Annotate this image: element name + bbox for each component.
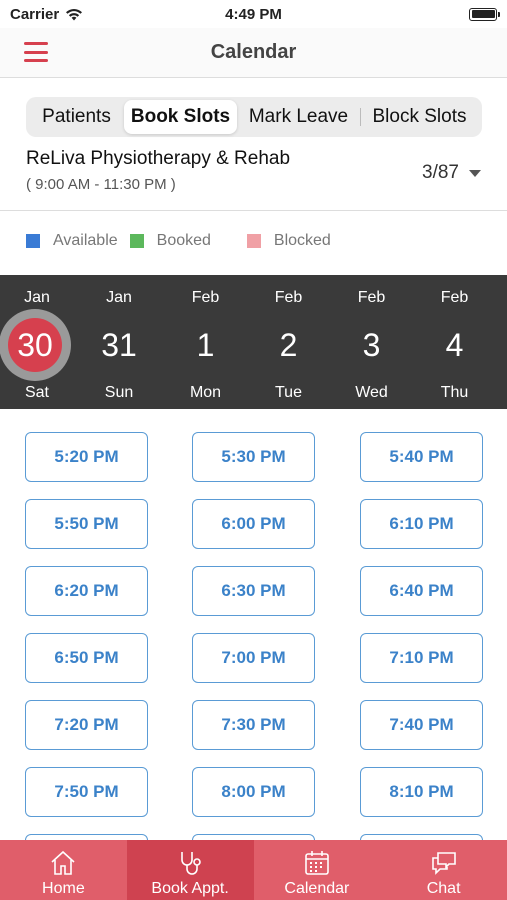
segment-block-slots[interactable]: Block Slots	[360, 100, 479, 134]
tab-book-appt[interactable]: Book Appt.	[126, 840, 254, 900]
tab-label: Calendar	[284, 880, 350, 897]
page-title: Calendar	[210, 41, 297, 63]
date-cell[interactable]: Feb 3 Wed	[330, 275, 413, 409]
wifi-icon	[66, 8, 83, 20]
time-slot[interactable]: 7:30 PM	[192, 700, 315, 750]
date-cell[interactable]: Feb 2 Tue	[247, 275, 330, 409]
clinic-name: ReLiva Physiotherapy & Rehab	[26, 148, 291, 169]
date-weekday: Mon	[189, 384, 222, 401]
date-number: 4	[445, 327, 464, 363]
dropdown-arrow-icon	[469, 169, 481, 177]
status-bar: Carrier 4:49 PM	[0, 0, 507, 28]
segment-mark-leave[interactable]: Mark Leave	[237, 100, 360, 134]
tab-chat[interactable]: Chat	[380, 840, 507, 900]
date-month: Jan	[106, 289, 132, 306]
time-slot[interactable]: 5:20 PM	[25, 432, 148, 482]
time-slot[interactable]: 7:10 PM	[360, 633, 483, 683]
time-slot[interactable]: 6:00 PM	[192, 499, 315, 549]
clinic-selector[interactable]: 3/87	[422, 162, 481, 184]
time-slot[interactable]: 6:20 PM	[25, 566, 148, 616]
date-month: Jan	[24, 289, 50, 306]
date-weekday: Thu	[440, 384, 469, 401]
time-slot[interactable]: 6:30 PM	[192, 566, 315, 616]
legend: Available Booked Blocked	[26, 232, 331, 250]
home-icon	[51, 850, 75, 875]
tab-bar: Home Book Appt. Calendar Chat	[0, 840, 507, 900]
date-number: 1	[196, 327, 215, 363]
time-slot[interactable]: 5:30 PM	[192, 432, 315, 482]
date-number: 3	[362, 327, 381, 363]
date-month: Feb	[191, 289, 220, 306]
selected-date-number: 30	[8, 318, 62, 372]
date-number: 31	[101, 327, 137, 363]
legend-label: Blocked	[273, 232, 331, 249]
segment-book-slots[interactable]: Book Slots	[124, 100, 237, 134]
tab-home[interactable]: Home	[0, 840, 127, 900]
clinic-count: 3/87	[422, 162, 459, 183]
time-slot[interactable]: 8:00 PM	[192, 767, 315, 817]
battery-icon	[469, 7, 500, 21]
selected-date-ring: 30	[0, 309, 71, 381]
date-month: Feb	[357, 289, 386, 306]
tab-calendar[interactable]: Calendar	[254, 840, 381, 900]
date-strip: Jan 30 Sat Jan 31 Sun Feb 1 Mon Feb 2 Tu…	[0, 275, 507, 409]
legend-swatch-blocked	[246, 234, 261, 248]
time-slot[interactable]: 6:50 PM	[25, 633, 148, 683]
clinic-hours: ( 9:00 AM - 11:30 PM )	[26, 176, 176, 193]
segment-patients[interactable]: Patients	[29, 100, 124, 134]
date-cell[interactable]: Jan 31 Sun	[74, 275, 164, 409]
nav-bar: Calendar	[0, 28, 507, 78]
time-slot[interactable]: 7:40 PM	[360, 700, 483, 750]
time-slot[interactable]: 7:50 PM	[25, 767, 148, 817]
segmented-control: Patients Book Slots Mark Leave Block Slo…	[26, 97, 482, 137]
status-left: Carrier	[10, 6, 83, 23]
date-cell[interactable]: Feb 4 Thu	[413, 275, 496, 409]
time-slot[interactable]: 8:10 PM	[360, 767, 483, 817]
calendar-icon	[305, 851, 329, 875]
time-slot[interactable]: 5:50 PM	[25, 499, 148, 549]
time-slot[interactable]: 7:00 PM	[192, 633, 315, 683]
time-slot[interactable]: 5:40 PM	[360, 432, 483, 482]
legend-label: Booked	[156, 232, 211, 249]
divider	[0, 210, 507, 211]
legend-blocked: Blocked	[246, 232, 331, 250]
date-cell-selected[interactable]: Jan 30 Sat	[0, 275, 74, 409]
tab-label: Book Appt.	[151, 880, 229, 897]
legend-booked: Booked	[129, 232, 211, 250]
clinic-info: ReLiva Physiotherapy & Rehab ( 9:00 AM -…	[26, 148, 481, 204]
legend-swatch-booked	[129, 234, 144, 248]
time-slots-grid: 5:20 PM 5:30 PM 5:40 PM 5:50 PM 6:00 PM …	[0, 432, 507, 840]
legend-available: Available	[26, 232, 118, 250]
hamburger-icon[interactable]	[24, 42, 48, 62]
legend-label: Available	[53, 232, 118, 249]
tab-label: Chat	[426, 880, 461, 897]
time-slot[interactable]: 6:40 PM	[360, 566, 483, 616]
date-weekday: Tue	[275, 384, 302, 401]
legend-swatch-available	[26, 234, 40, 248]
time-slot[interactable]: 6:10 PM	[360, 499, 483, 549]
chat-icon	[431, 852, 456, 875]
date-month: Feb	[440, 289, 469, 306]
date-weekday: Sun	[104, 384, 134, 401]
time-slot[interactable]: 7:20 PM	[25, 700, 148, 750]
stethoscope-icon	[181, 852, 201, 875]
tab-label: Home	[42, 880, 85, 897]
carrier-label: Carrier	[10, 5, 60, 23]
date-weekday: Sat	[24, 384, 49, 401]
date-number: 2	[279, 327, 298, 363]
date-weekday: Wed	[355, 384, 388, 401]
date-month: Feb	[274, 289, 303, 306]
date-cell[interactable]: Feb 1 Mon	[164, 275, 247, 409]
